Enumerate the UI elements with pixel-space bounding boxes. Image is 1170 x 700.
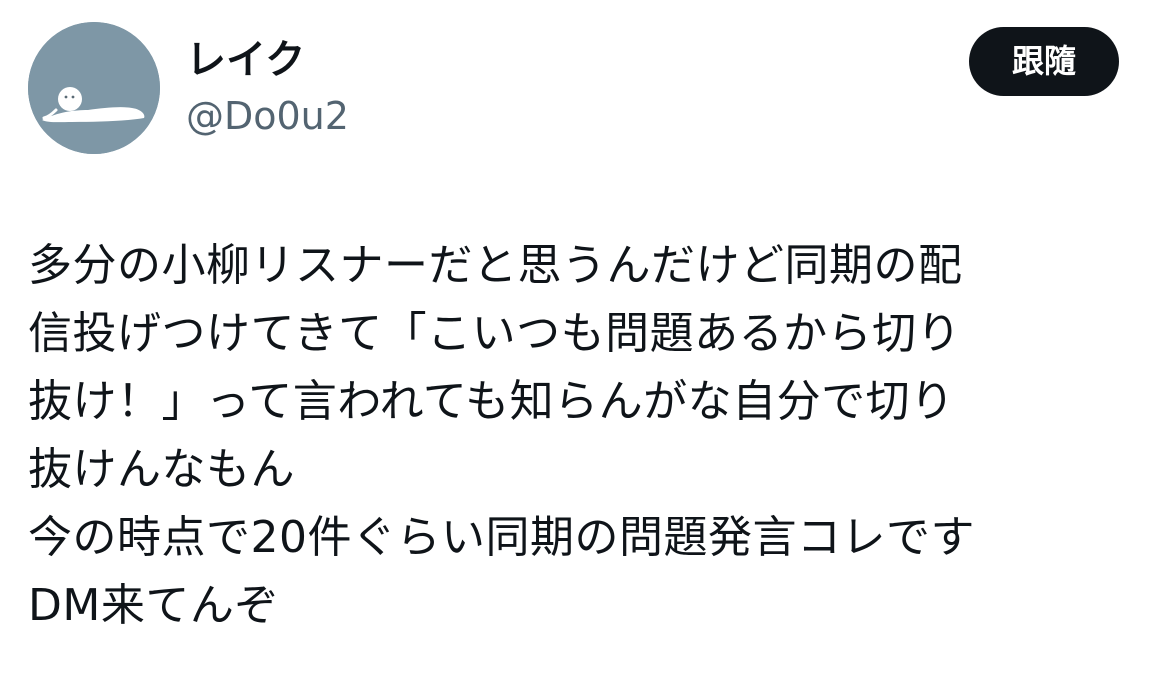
tweet-text-line: 多分の小柳リスナーだと思うんだけど同期の配 [28, 240, 963, 291]
tweet-text-line: 抜け！」って言われても知らんがな自分で切り [28, 376, 955, 427]
tweet-text-line: DM来てんぞ [28, 580, 279, 631]
tweet-card: レイク @Do0u2 跟隨 多分の小柳リスナーだと思うんだけど同期の配 信投げつ… [0, 0, 1170, 700]
lying-figure-avatar-icon [28, 22, 160, 154]
tweet-text: 多分の小柳リスナーだと思うんだけど同期の配 信投げつけてきて「こいつも問題あるか… [28, 232, 1148, 640]
avatar[interactable] [28, 22, 160, 154]
follow-button[interactable]: 跟隨 [969, 27, 1119, 96]
display-name[interactable]: レイク [186, 34, 305, 86]
tweet-text-line: 今の時点で20件ぐらい同期の問題発言コレです [28, 512, 975, 563]
tweet-text-line: 抜けんなもん [28, 444, 295, 495]
user-handle[interactable]: @Do0u2 [186, 92, 349, 140]
tweet-text-line: 信投げつけてきて「こいつも問題あるから切り [28, 308, 962, 359]
